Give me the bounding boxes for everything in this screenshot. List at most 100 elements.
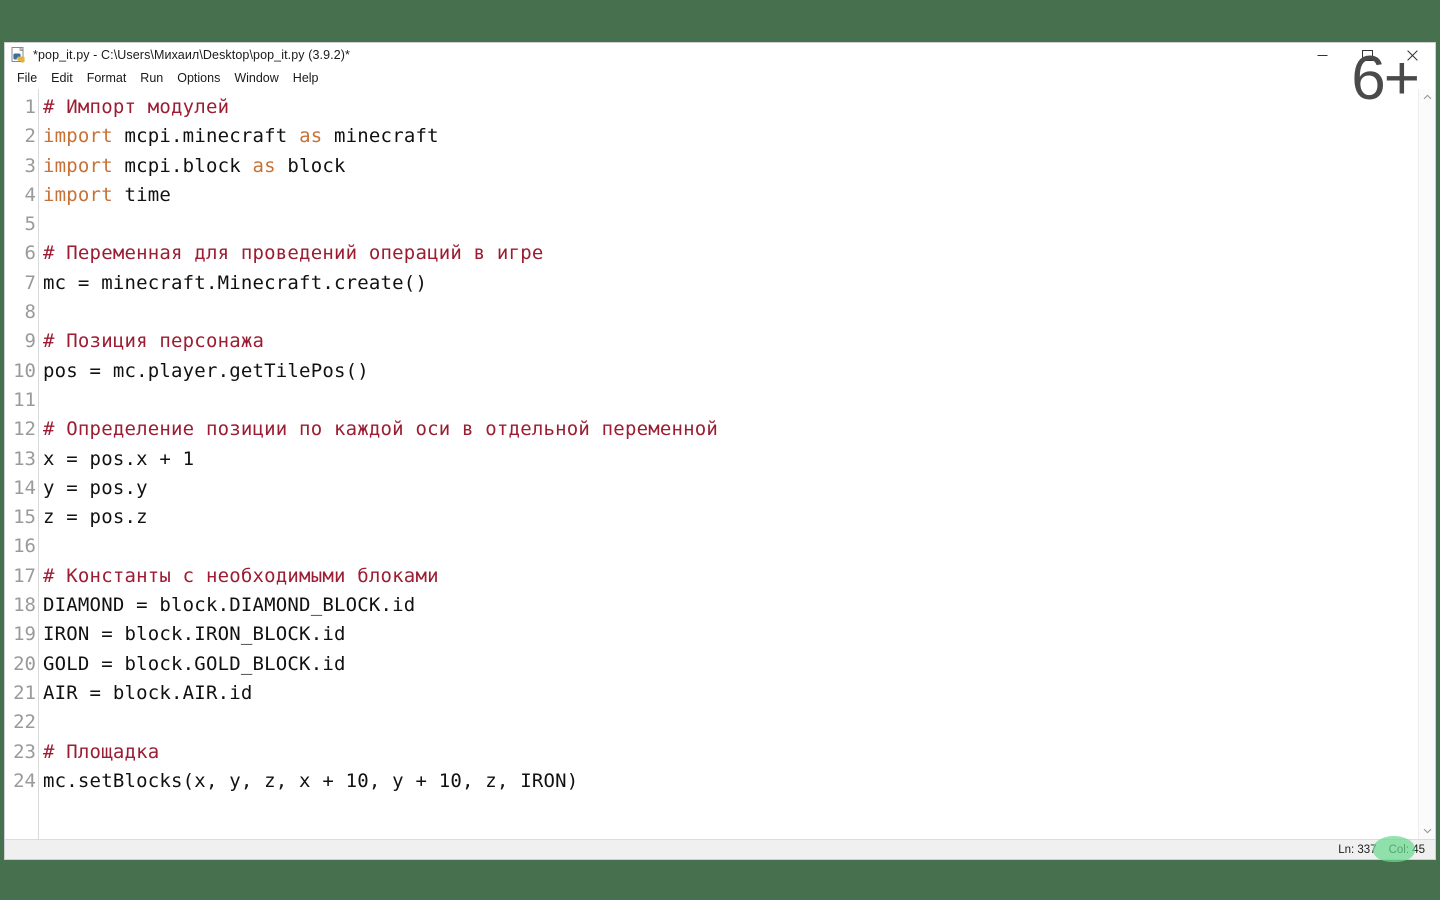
line-number: 16 <box>13 535 36 558</box>
line-number: 1 <box>24 96 36 118</box>
code-line[interactable]: DIAMOND = block.DIAMOND_BLOCK.id <box>43 591 1418 620</box>
menu-help[interactable]: Help <box>286 69 326 87</box>
line-number: 4 <box>24 183 36 206</box>
code-token-plain: y = pos.y <box>43 476 148 499</box>
code-token-plain: DIAMOND = block.DIAMOND_BLOCK.id <box>43 594 416 617</box>
code-token-kw: import <box>43 125 113 148</box>
code-line[interactable]: import mcpi.block as block <box>43 152 1418 181</box>
code-token-plain: AIR = block.AIR.id <box>43 681 253 704</box>
vertical-scrollbar[interactable] <box>1418 89 1435 839</box>
python-idle-icon <box>11 46 27 63</box>
code-line[interactable]: import time <box>43 181 1418 210</box>
restore-button[interactable] <box>1345 43 1390 67</box>
code-token-plain: mcpi.block <box>112 154 253 177</box>
code-token-comment: # Определение позиции по каждой оси в от… <box>43 418 719 441</box>
code-line[interactable]: # Переменная для проведений операций в и… <box>43 239 1418 268</box>
status-bar: Ln: 337 Col: 45 <box>5 839 1435 859</box>
menu-run[interactable]: Run <box>133 69 170 87</box>
code-line[interactable] <box>43 386 1418 415</box>
window-controls <box>1300 43 1435 67</box>
code-token-comment: # Позиция персонажа <box>43 330 265 353</box>
menu-options[interactable]: Options <box>170 69 227 87</box>
line-number: 17 <box>13 564 36 587</box>
status-line-indicator: Ln: 337 <box>1338 843 1377 856</box>
line-number: 11 <box>13 388 36 411</box>
line-number: 23 <box>13 740 36 763</box>
code-line[interactable] <box>43 210 1418 239</box>
window-title: *pop_it.py - C:\Users\Михаил\Desktop\pop… <box>33 48 351 62</box>
code-line[interactable]: # Константы с необходимыми блоками <box>43 562 1418 591</box>
code-line[interactable]: x = pos.x + 1 <box>43 445 1418 474</box>
menubar: File Edit Format Run Options Window Help <box>5 67 1435 89</box>
code-token-comment: # Константы с необходимыми блоками <box>43 564 439 587</box>
minimize-button[interactable] <box>1300 43 1345 67</box>
code-token-plain: GOLD = block.GOLD_BLOCK.id <box>43 652 346 675</box>
line-number: 13 <box>13 447 36 470</box>
code-token-plain: time <box>112 183 172 206</box>
close-button[interactable] <box>1390 43 1435 67</box>
line-number: 5 <box>24 213 36 236</box>
code-line[interactable]: z = pos.z <box>43 503 1418 532</box>
code-token-comment: # Переменная для проведений операций в и… <box>43 242 544 265</box>
code-line[interactable]: # Импорт модулей <box>43 93 1418 122</box>
code-editor[interactable]: 1 2 3 4 5 6 7 8 9 10 11 12 13 14 15 16 17 18 19 20 21 22 23 24 … <box>5 89 1418 839</box>
code-line[interactable] <box>43 708 1418 737</box>
code-line[interactable]: # Площадка <box>43 738 1418 767</box>
code-token-plain: block <box>275 154 346 177</box>
line-number: 8 <box>24 301 36 324</box>
code-line[interactable]: GOLD = block.GOLD_BLOCK.id <box>43 650 1418 679</box>
code-token-plain: mc = minecraft.Minecraft.create() <box>43 271 428 294</box>
menu-edit[interactable]: Edit <box>44 69 80 87</box>
line-number: 2 <box>24 125 36 148</box>
code-token-plain: pos = mc.player.getTilePos() <box>43 359 369 382</box>
code-line[interactable]: y = pos.y <box>43 474 1418 503</box>
code-token-plain: x = pos.x + 1 <box>43 447 195 470</box>
line-number: 24 <box>13 769 36 792</box>
idle-editor-window: *pop_it.py - C:\Users\Михаил\Desktop\pop… <box>4 42 1436 860</box>
status-column-indicator: Col: 45 <box>1388 843 1425 856</box>
code-token-plain: mc.setBlocks(x, y, z, x + 10, y + 10, z,… <box>43 769 579 792</box>
line-number: 3 <box>24 154 36 177</box>
code-line[interactable]: mc.setBlocks(x, y, z, x + 10, y + 10, z,… <box>43 767 1418 796</box>
code-line[interactable]: # Позиция персонажа <box>43 327 1418 356</box>
line-number: 10 <box>13 359 36 382</box>
code-line[interactable]: AIR = block.AIR.id <box>43 679 1418 708</box>
menu-file[interactable]: File <box>10 69 44 87</box>
code-token-kw: as <box>252 154 276 177</box>
code-line[interactable]: pos = mc.player.getTilePos() <box>43 357 1418 386</box>
code-line[interactable] <box>43 298 1418 327</box>
line-number: 20 <box>13 652 36 675</box>
scroll-up-arrow-icon[interactable] <box>1419 89 1436 106</box>
code-token-plain: IRON = block.IRON_BLOCK.id <box>43 623 346 646</box>
code-token-plain: z = pos.z <box>43 506 148 529</box>
line-number: 7 <box>24 271 36 294</box>
code-token-comment: # Площадка <box>43 740 160 763</box>
code-token-kw: import <box>43 183 113 206</box>
line-number: 21 <box>13 681 36 704</box>
scroll-down-arrow-icon[interactable] <box>1419 822 1436 839</box>
code-token-kw: import <box>43 154 113 177</box>
desktop-background: *pop_it.py - C:\Users\Михаил\Desktop\pop… <box>0 0 1440 900</box>
line-number: 14 <box>13 476 36 499</box>
code-text-area[interactable]: # Импорт модулей import mcpi.minecraft as… <box>39 89 1418 839</box>
code-line[interactable]: # Определение позиции по каждой оси в от… <box>43 415 1418 444</box>
menu-format[interactable]: Format <box>80 69 134 87</box>
line-number: 9 <box>24 330 36 353</box>
menu-window[interactable]: Window <box>227 69 285 87</box>
code-token-comment: # Импорт модулей <box>43 96 230 118</box>
line-number: 22 <box>13 711 36 734</box>
scrollbar-track[interactable] <box>1419 106 1436 822</box>
line-number-gutter: 1 2 3 4 5 6 7 8 9 10 11 12 13 14 15 16 17 18 19 20 21 22 23 24 <box>5 89 39 839</box>
code-token-plain: minecraft <box>322 125 439 148</box>
line-number: 12 <box>13 418 36 441</box>
code-line[interactable]: IRON = block.IRON_BLOCK.id <box>43 620 1418 649</box>
line-number: 15 <box>13 506 36 529</box>
code-token-kw: as <box>299 125 323 148</box>
line-number: 18 <box>13 594 36 617</box>
code-token-plain: mcpi.minecraft <box>112 125 300 148</box>
code-line[interactable]: mc = minecraft.Minecraft.create() <box>43 269 1418 298</box>
code-line[interactable] <box>43 532 1418 561</box>
code-line[interactable]: import mcpi.minecraft as minecraft <box>43 122 1418 151</box>
window-titlebar[interactable]: *pop_it.py - C:\Users\Михаил\Desktop\pop… <box>5 43 1435 67</box>
editor-region: 1 2 3 4 5 6 7 8 9 10 11 12 13 14 15 16 17 18 19 20 21 22 23 24 … <box>5 89 1435 839</box>
